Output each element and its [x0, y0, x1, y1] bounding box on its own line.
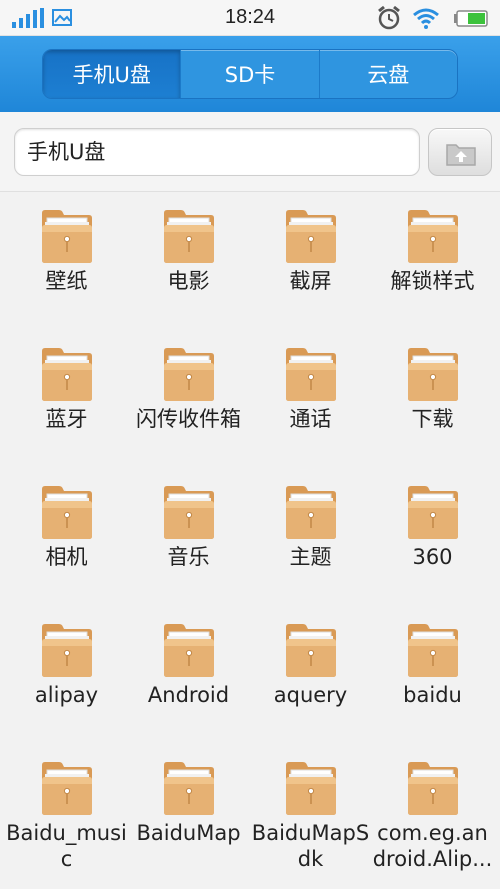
folder-icon [42, 762, 92, 815]
folder-icon [286, 486, 336, 539]
folder-icon [286, 210, 336, 263]
folder-name: 相机 [45, 545, 88, 569]
folder-icon [42, 486, 92, 539]
folder-icon [286, 624, 336, 677]
folder-item[interactable]: aquery [248, 606, 373, 744]
header: 手机U盘 SD卡 云盘 [0, 36, 500, 112]
folder-name: 360 [412, 545, 453, 569]
up-folder-button[interactable] [428, 128, 492, 176]
folder-icon [408, 486, 458, 539]
path-field[interactable]: 手机U盘 [14, 128, 420, 176]
tab-phone-storage[interactable]: 手机U盘 [43, 50, 181, 98]
folder-name: BaiduMap [136, 821, 241, 845]
tab-sd-card[interactable]: SD卡 [180, 50, 318, 98]
folder-item[interactable]: 通话 [248, 330, 373, 468]
folder-icon [164, 486, 214, 539]
folder-name: 壁纸 [45, 269, 88, 293]
folder-icon [164, 210, 214, 263]
folder-name: Baidu_music [6, 821, 127, 871]
folder-name: 主题 [289, 545, 332, 569]
folder-icon [164, 624, 214, 677]
folder-up-icon [446, 144, 476, 166]
folder-name: 下载 [411, 407, 454, 431]
folder-name: Android [147, 683, 230, 707]
alarm-icon [378, 5, 400, 30]
folder-icon [408, 624, 458, 677]
folder-item[interactable]: com.eg.android.Alip... [370, 744, 495, 882]
folder-name: BaiduMapSdk [251, 821, 370, 871]
folder-name: 音乐 [167, 545, 210, 569]
folder-item[interactable]: 360 [370, 468, 495, 606]
folder-item[interactable]: 截屏 [248, 192, 373, 330]
folder-icon [42, 348, 92, 401]
folder-item[interactable]: 解锁样式 [370, 192, 495, 330]
folder-item[interactable]: baidu [370, 606, 495, 744]
folder-name: alipay [34, 683, 99, 707]
folder-icon [286, 348, 336, 401]
folder-icon [42, 624, 92, 677]
folder-item[interactable]: 蓝牙 [4, 330, 129, 468]
folder-name: aquery [273, 683, 348, 707]
folder-name: com.eg.android.Alip... [372, 821, 493, 871]
folder-item[interactable]: 主题 [248, 468, 373, 606]
folder-name: 蓝牙 [45, 407, 88, 431]
folder-item[interactable]: 音乐 [126, 468, 251, 606]
folder-item[interactable]: alipay [4, 606, 129, 744]
folder-item[interactable]: 壁纸 [4, 192, 129, 330]
wifi-icon [413, 8, 439, 29]
folder-item[interactable]: 下载 [370, 330, 495, 468]
folder-icon [42, 210, 92, 263]
status-bar: 18:24 [0, 0, 500, 36]
folder-item[interactable]: BaiduMap [126, 744, 251, 882]
folder-name: baidu [403, 683, 462, 707]
folder-item[interactable]: 电影 [126, 192, 251, 330]
battery-icon [454, 10, 488, 27]
folder-item[interactable]: BaiduMapSdk [248, 744, 373, 882]
folder-name: 截屏 [289, 269, 332, 293]
storage-tabs: 手机U盘 SD卡 云盘 [42, 49, 458, 99]
folder-item[interactable]: Android [126, 606, 251, 744]
folder-icon [408, 210, 458, 263]
folder-icon [164, 762, 214, 815]
folder-item[interactable]: Baidu_music [4, 744, 129, 882]
folder-name: 解锁样式 [390, 269, 475, 293]
folder-name: 电影 [167, 269, 210, 293]
folder-icon [164, 348, 214, 401]
tab-cloud-disk[interactable]: 云盘 [318, 50, 457, 98]
folder-icon [408, 348, 458, 401]
path-bar: 手机U盘 [0, 112, 500, 192]
folder-item[interactable]: 闪传收件箱 [126, 330, 251, 468]
folder-icon [286, 762, 336, 815]
folder-item[interactable]: 相机 [4, 468, 129, 606]
folder-icon [408, 762, 458, 815]
folder-name: 闪传收件箱 [136, 407, 241, 431]
folder-name: 通话 [289, 407, 332, 431]
